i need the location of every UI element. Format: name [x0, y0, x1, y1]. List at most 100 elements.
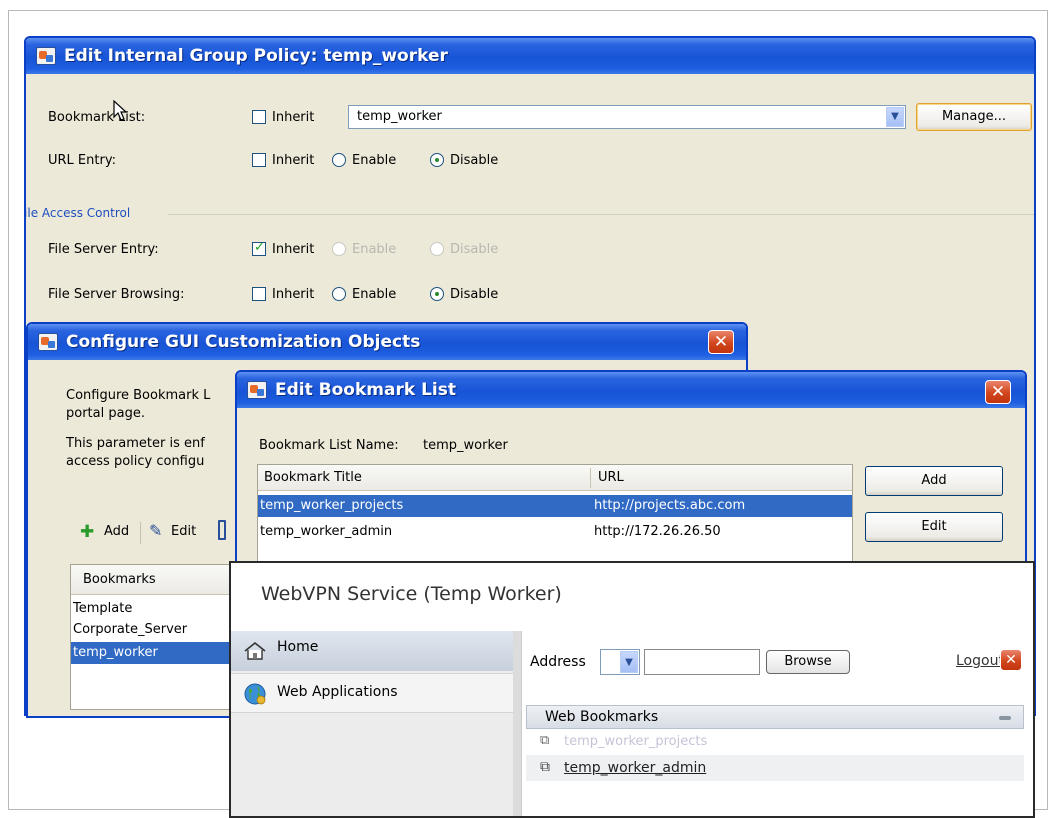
- bookmark-url-column[interactable]: URL: [598, 470, 624, 485]
- logout-close-icon[interactable]: ✕: [1000, 649, 1022, 671]
- bookmark-list-name-value: temp_worker: [423, 438, 508, 453]
- bookmark-table-header: Bookmark Title URL: [258, 465, 852, 491]
- gui-add-button[interactable]: ✚ Add: [76, 522, 144, 544]
- file-server-browsing-disable-label: Disable: [450, 287, 499, 302]
- gui-description-line2: portal page.: [66, 406, 145, 421]
- url-entry-disable-label: Disable: [450, 153, 499, 168]
- file-server-browsing-inherit-checkbox[interactable]: [252, 287, 266, 301]
- chevron-down-icon[interactable]: ▼: [886, 107, 904, 127]
- bookmark-add-label: Add: [921, 473, 947, 488]
- file-server-entry-disable-label: Disable: [450, 242, 499, 257]
- bookmark-list-name-label: Bookmark List Name:: [259, 438, 399, 453]
- bookmark-list-value: temp_worker: [357, 109, 442, 124]
- web-bookmarks-panel-header: Web Bookmarks: [526, 705, 1024, 729]
- bookmark-table: Bookmark Title URL temp_worker_projects …: [257, 464, 853, 568]
- url-entry-inherit-label: Inherit: [272, 153, 315, 168]
- gui-bookmark-name: temp_worker: [73, 645, 158, 660]
- portal-splitter[interactable]: [513, 631, 521, 816]
- edit-icon: ✎: [149, 521, 163, 540]
- home-icon: [244, 641, 266, 660]
- column-divider: [590, 468, 591, 488]
- gui-add-label: Add: [104, 524, 130, 539]
- gui-description-line1: Configure Bookmark L: [66, 388, 211, 403]
- gui-bookmark-name: Corporate_Server: [73, 622, 188, 637]
- asdm-app-icon: [247, 381, 267, 399]
- bookmark-row-url: http://projects.abc.com: [594, 498, 746, 513]
- delete-icon[interactable]: [218, 520, 226, 540]
- chevron-down-icon[interactable]: ▼: [620, 651, 638, 673]
- file-server-browsing-label: File Server Browsing:: [48, 287, 185, 302]
- asdm-app-icon: [36, 47, 56, 65]
- web-bookmarks-title: Web Bookmarks: [545, 709, 659, 725]
- nav-item-home[interactable]: Home: [231, 631, 513, 671]
- web-bookmark-item[interactable]: ⧉ temp_worker_admin: [526, 755, 1024, 781]
- file-server-entry-enable-label: Enable: [352, 242, 397, 257]
- url-entry-label: URL Entry:: [48, 153, 116, 168]
- portal-nav: Home Web Applications: [231, 631, 513, 816]
- bookmark-row-title: temp_worker_projects: [260, 498, 404, 513]
- file-server-browsing-enable-label: Enable: [352, 287, 397, 302]
- web-bookmark-link: temp_worker_admin: [564, 760, 707, 776]
- file-server-browsing-enable-radio[interactable]: [332, 287, 346, 301]
- list-item[interactable]: temp_worker: [71, 642, 239, 664]
- table-row[interactable]: temp_worker_admin http://172.26.26.50: [258, 521, 852, 543]
- web-bookmark-link: temp_worker_projects: [564, 734, 708, 749]
- globe-icon: [244, 683, 266, 705]
- bookmark-row-url: http://172.26.26.50: [594, 524, 721, 539]
- nav-item-web-applications[interactable]: Web Applications: [231, 673, 513, 713]
- file-access-section-title: File Access Control: [24, 206, 131, 220]
- nav-home-label: Home: [277, 639, 319, 655]
- address-protocol-select[interactable]: ▼: [600, 649, 640, 675]
- bookmark-edit-label: Edit: [921, 519, 947, 534]
- file-server-entry-disable-radio[interactable]: [430, 242, 444, 256]
- url-entry-inherit-checkbox[interactable]: [252, 153, 266, 167]
- close-icon[interactable]: ✕: [985, 380, 1011, 404]
- bookmark-inherit-checkbox[interactable]: [252, 110, 266, 124]
- policy-titlebar[interactable]: Edit Internal Group Policy: temp_worker: [26, 38, 1034, 74]
- bookmark-window-title: Edit Bookmark List: [275, 380, 456, 400]
- url-entry-enable-radio[interactable]: [332, 153, 346, 167]
- bookmark-title-column[interactable]: Bookmark Title: [264, 470, 362, 485]
- logout-link[interactable]: Logout: [956, 653, 1004, 669]
- file-server-entry-label: File Server Entry:: [48, 242, 159, 257]
- browse-button-label: Browse: [784, 654, 832, 669]
- bookmark-list-select[interactable]: temp_worker ▼: [348, 105, 906, 129]
- collapse-icon[interactable]: [999, 716, 1011, 720]
- gui-edit-button[interactable]: ✎ Edit: [140, 521, 210, 544]
- gui-bookmarks-header[interactable]: Bookmarks: [71, 565, 239, 595]
- file-server-browsing-inherit-label: Inherit: [272, 287, 315, 302]
- bookmark-link-icon: ⧉: [540, 733, 550, 748]
- address-label: Address: [530, 654, 586, 670]
- policy-window-title: Edit Internal Group Policy: temp_worker: [64, 46, 448, 66]
- bookmark-edit-button[interactable]: Edit: [865, 512, 1003, 542]
- gui-description-line3: This parameter is enf: [66, 436, 205, 451]
- manage-button[interactable]: Manage...: [916, 103, 1032, 131]
- gui-window-title: Configure GUI Customization Objects: [66, 332, 421, 352]
- bookmark-add-button[interactable]: Add: [865, 466, 1003, 496]
- browse-button[interactable]: Browse: [766, 650, 850, 674]
- gui-bookmark-name: Template: [73, 601, 133, 616]
- file-server-entry-enable-radio[interactable]: [332, 242, 346, 256]
- gui-edit-label: Edit: [171, 524, 197, 539]
- asdm-app-icon: [38, 333, 58, 351]
- mouse-cursor-icon: [113, 100, 128, 121]
- file-server-entry-inherit-label: Inherit: [272, 242, 315, 257]
- bookmark-titlebar[interactable]: Edit Bookmark List ✕: [237, 372, 1025, 408]
- file-server-browsing-disable-radio[interactable]: [430, 287, 444, 301]
- bookmark-list-label: Bookmark List:: [48, 110, 146, 125]
- web-bookmark-item[interactable]: ⧉ temp_worker_projects: [526, 731, 1024, 753]
- edit-bookmark-list-window: Edit Bookmark List ✕ Bookmark List Name:…: [235, 370, 1027, 570]
- url-entry-enable-label: Enable: [352, 153, 397, 168]
- nav-webapps-label: Web Applications: [277, 684, 398, 700]
- table-row[interactable]: temp_worker_projects http://projects.abc…: [258, 495, 852, 517]
- file-server-entry-inherit-checkbox[interactable]: [252, 240, 266, 256]
- close-icon[interactable]: ✕: [708, 330, 734, 354]
- url-entry-disable-radio[interactable]: [430, 153, 444, 167]
- address-input[interactable]: [644, 649, 760, 675]
- list-item[interactable]: Template: [71, 599, 239, 619]
- list-item[interactable]: Corporate_Server: [71, 620, 239, 640]
- gui-description-line4: access policy configu: [66, 454, 205, 469]
- bookmark-row-title: temp_worker_admin: [260, 524, 393, 539]
- gui-titlebar[interactable]: Configure GUI Customization Objects ✕: [28, 324, 746, 360]
- portal-content: Address ▼ Browse Logout ✕ Web Bookmarks …: [521, 631, 1033, 816]
